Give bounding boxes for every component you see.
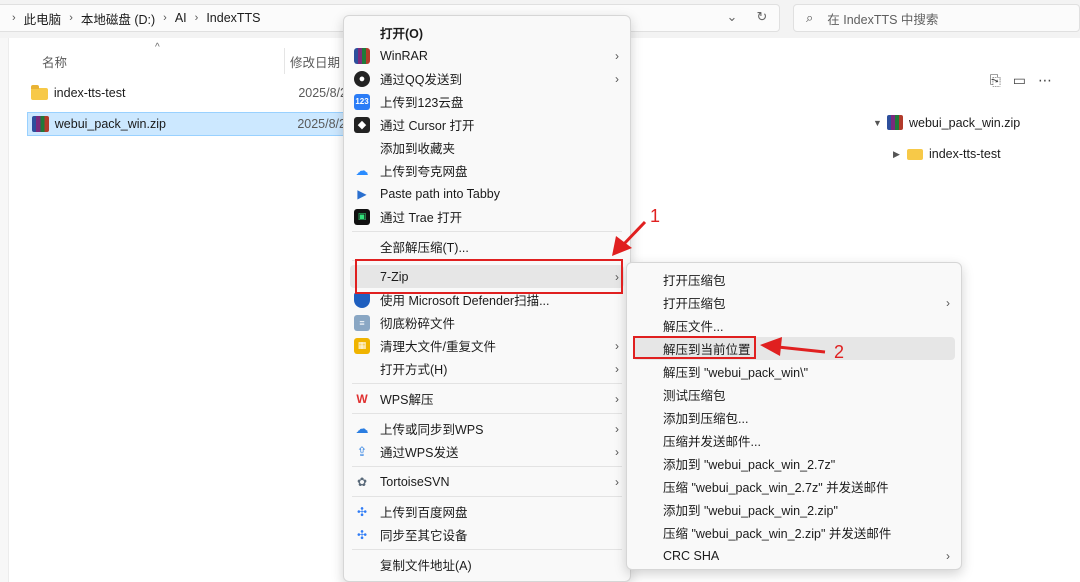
annotation-arrow-1-shaft	[620, 220, 647, 248]
annotation-arrow-2-shaft	[777, 345, 826, 354]
annotation-arrow-2-head	[760, 337, 782, 356]
annotation-step-2: 2	[834, 342, 845, 362]
annotation-step-1: 1	[650, 206, 661, 226]
annotation-arrows	[612, 220, 826, 356]
